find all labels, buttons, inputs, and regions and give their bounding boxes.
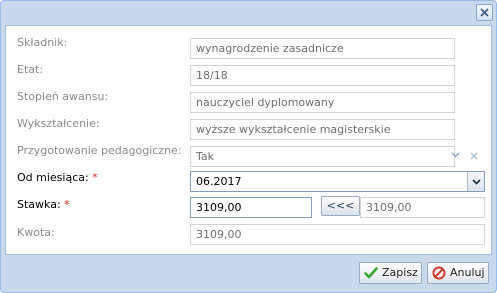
required-mark: * [92, 171, 98, 184]
etat-field: 18/18 [190, 65, 455, 86]
przygotowanie-label: Przygotowanie pedagogiczne: [17, 144, 182, 157]
etat-label: Etat: [17, 63, 44, 76]
stopien-awansu-field: nauczyciel dyplomowany [190, 92, 455, 113]
przygotowanie-dropdown-trigger [447, 146, 464, 165]
close-icon [480, 8, 489, 17]
wyksztalcenie-label: Wykształcenie: [17, 117, 100, 130]
form-panel: Składnik: wynagrodzenie zasadnicze Etat:… [5, 25, 492, 255]
stawka-label-text: Stawka: [17, 198, 61, 211]
od-miesiaca-dropdown-trigger[interactable] [467, 172, 484, 191]
chevron-down-icon [451, 152, 460, 158]
close-button[interactable] [476, 4, 493, 21]
save-button[interactable]: Zapisz [359, 262, 422, 284]
od-miesiaca-select[interactable]: 06.2017 [190, 171, 485, 192]
przygotowanie-value: Tak [196, 150, 215, 163]
clear-icon [470, 152, 478, 160]
wyksztalcenie-field: wyższe wykształcenie magisterskie [190, 119, 455, 140]
kwota-label: Kwota: [17, 226, 55, 239]
kwota-field: 3109,00 [190, 224, 485, 245]
chevron-down-icon [472, 179, 481, 185]
save-button-label: Zapisz [382, 266, 418, 279]
przygotowanie-clear-trigger [466, 146, 483, 165]
stawka-label: Stawka: * [17, 198, 70, 212]
stawka-reference-field: 3109,00 [360, 197, 485, 218]
skladnik-label: Składnik: [17, 36, 68, 49]
stopien-awansu-label: Stopień awansu: [17, 90, 109, 103]
cancel-button-label: Anuluj [450, 266, 485, 279]
required-mark: * [64, 198, 70, 211]
od-miesiaca-label: Od miesiąca: * [17, 171, 98, 185]
stawka-input[interactable]: 3109,00 [190, 197, 312, 218]
przygotowanie-combo: Tak [190, 146, 455, 167]
cancel-icon [432, 266, 446, 280]
checkmark-icon [364, 267, 378, 279]
dialog-titlebar [1, 1, 496, 25]
skladnik-field: wynagrodzenie zasadnicze [190, 38, 455, 59]
od-miesiaca-label-text: Od miesiąca: [17, 171, 89, 184]
od-miesiaca-value: 06.2017 [196, 175, 242, 188]
copy-rate-button[interactable]: <<< [321, 196, 360, 216]
dialog-window: Składnik: wynagrodzenie zasadnicze Etat:… [0, 0, 497, 293]
cancel-button[interactable]: Anuluj [427, 262, 489, 284]
